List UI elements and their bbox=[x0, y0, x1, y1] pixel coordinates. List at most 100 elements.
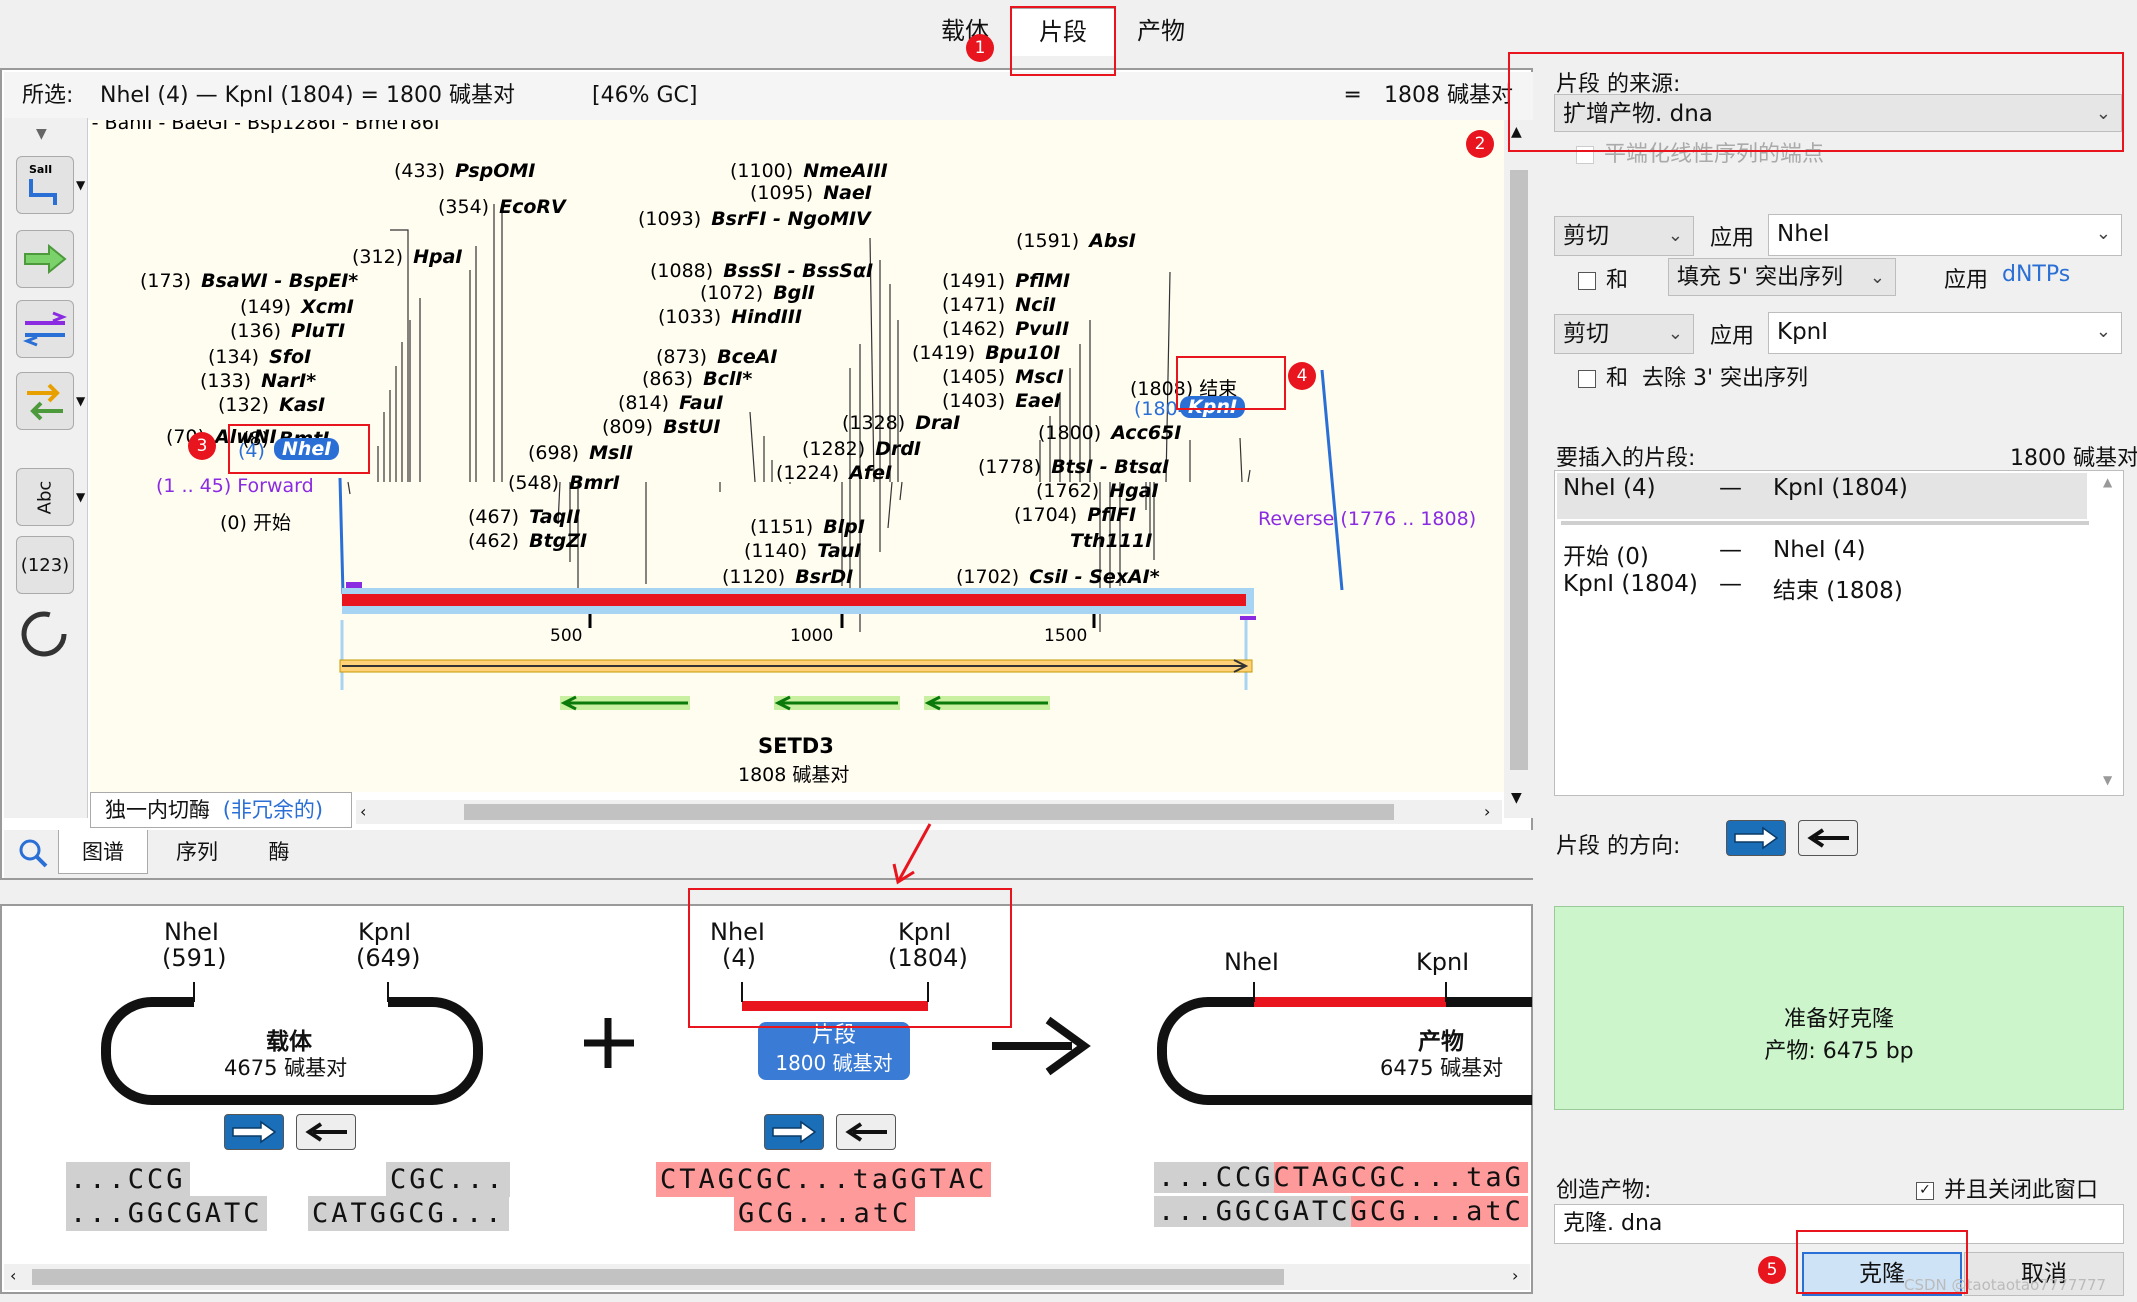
fragment-reverse-button[interactable] bbox=[836, 1114, 896, 1150]
h-scroll-thumb[interactable] bbox=[464, 804, 1394, 820]
dntps-link[interactable]: dNTPs bbox=[2002, 262, 2070, 287]
scroll-right-icon[interactable]: › bbox=[1484, 802, 1490, 821]
map-vertical-scrollbar[interactable]: ▲ ▼ bbox=[1504, 120, 1534, 818]
tab-vector[interactable]: 载体 bbox=[920, 8, 1010, 56]
enzyme-site-label[interactable]: (354) EcoRV bbox=[438, 196, 566, 218]
enzyme-site-label[interactable]: (698) MslI bbox=[528, 442, 633, 464]
scroll-down-icon[interactable]: ▼ bbox=[1511, 790, 1522, 806]
enzyme-site-label[interactable]: (467) TaqII bbox=[468, 506, 580, 528]
preview-scroll-thumb[interactable] bbox=[32, 1269, 1284, 1285]
enzyme-site-label[interactable]: (433) PspOMI bbox=[394, 160, 535, 182]
vector-reverse-button[interactable] bbox=[296, 1114, 356, 1150]
enzyme-site-label[interactable]: (809) BstUI bbox=[602, 416, 720, 438]
sali-dropdown-icon[interactable]: ▼ bbox=[76, 178, 85, 192]
tab-sequence[interactable]: 序列 bbox=[152, 830, 242, 874]
reverse-primer-label[interactable]: Reverse (1776 .. 1808) bbox=[1258, 508, 1476, 530]
nonredundant-link[interactable]: (非冗余的) bbox=[223, 798, 323, 822]
green-arrow-icon bbox=[24, 244, 67, 274]
enzyme-site-label[interactable]: (1491) PflMI bbox=[942, 270, 1070, 292]
fragment-length: 1800 碱基对 bbox=[775, 1051, 893, 1075]
enzyme-site-label[interactable]: (1328) DraI bbox=[842, 412, 960, 434]
preview-scroll-right-icon[interactable]: › bbox=[1512, 1266, 1518, 1285]
enzyme-site-label[interactable]: (1282) DrdI bbox=[802, 438, 921, 460]
preview-horizontal-scrollbar[interactable]: ‹ › bbox=[4, 1264, 1530, 1290]
close-window-checkbox[interactable]: ✓ 并且关闭此窗口 bbox=[1916, 1172, 2098, 1204]
enzyme-site-label[interactable]: (1702) CsiI - SexAI* bbox=[956, 566, 1160, 588]
selected-fragment-bar[interactable] bbox=[342, 594, 1246, 606]
abc-dropdown-icon[interactable]: ▼ bbox=[76, 490, 85, 504]
enzyme-site-label[interactable]: (863) BclI* bbox=[642, 368, 752, 390]
orientation-reverse-button[interactable] bbox=[1798, 820, 1858, 856]
zoom-search-icon[interactable] bbox=[18, 838, 48, 872]
enzyme-site-label[interactable]: (1151) BlpI bbox=[750, 516, 865, 538]
enzyme-site-label[interactable]: (1072) BglI bbox=[700, 282, 815, 304]
enzyme-site-label[interactable]: (1762) HgaI bbox=[1036, 480, 1159, 502]
enzyme-site-label[interactable]: (312) HpaI bbox=[352, 246, 463, 268]
enzyme-site-label[interactable]: (132) KasI bbox=[218, 394, 325, 416]
abc-button[interactable]: Abc bbox=[16, 468, 74, 526]
cut2-mode-select[interactable]: 剪切 ⌄ bbox=[1554, 314, 1694, 354]
enzyme-site-label[interactable]: (1095) NaeI bbox=[750, 182, 872, 204]
enzyme-site-label[interactable]: (1100) NmeAIII bbox=[730, 160, 888, 182]
numbering-button[interactable]: (123) bbox=[16, 536, 74, 594]
cut2-and-label: 和 bbox=[1606, 366, 1629, 391]
enzyme-site-label[interactable]: (136) PluTI bbox=[230, 320, 345, 342]
enzyme-site-label[interactable]: (1405) MscI bbox=[942, 366, 1064, 388]
enzyme-site-label[interactable]: (1419) Bpu10I bbox=[912, 342, 1060, 364]
enzyme-site-label[interactable]: (873) BceAI bbox=[656, 346, 778, 368]
orientation-forward-button[interactable] bbox=[1726, 820, 1786, 856]
swap-dropdown-icon[interactable]: ▼ bbox=[76, 394, 85, 408]
align-button[interactable] bbox=[16, 300, 74, 358]
cut2-and-checkbox[interactable]: 和去除 3' 突出序列 bbox=[1578, 360, 1808, 392]
enzyme-site-label[interactable]: (134) SfoI bbox=[208, 346, 311, 368]
insert-fragment-list[interactable]: NheI (4) — KpnI (1804) 开始 (0) — NheI (4) KpnI … bbox=[1554, 470, 2124, 796]
enzyme-site-label[interactable]: (1088) BssSI - BssSαI bbox=[650, 260, 873, 282]
enzyme-site-label[interactable]: (133) NarI* bbox=[200, 370, 316, 392]
sali-enzyme-button[interactable]: SalI bbox=[16, 156, 74, 214]
cut1-mode-select[interactable]: 剪切 ⌄ bbox=[1554, 216, 1694, 256]
enzyme-name: BsaWI - BspEI* bbox=[201, 270, 359, 292]
unique-cutters-selector[interactable]: 独一内切酶 (非冗余的) bbox=[90, 792, 352, 828]
enzyme-name: BclI* bbox=[703, 368, 753, 390]
enzyme-site-label[interactable]: (1403) EaeI bbox=[942, 390, 1061, 412]
cut1-and-checkbox[interactable]: 和 bbox=[1578, 262, 1628, 294]
enzyme-site-label[interactable]: (548) BmrI bbox=[508, 472, 620, 494]
tab-enzymes[interactable]: 酶 bbox=[244, 830, 314, 874]
scroll-thumb[interactable] bbox=[1510, 170, 1528, 770]
list-scroll-down-icon[interactable]: ▼ bbox=[2103, 773, 2112, 787]
enzyme-site-label[interactable]: Tth111I bbox=[1060, 530, 1152, 552]
vector-forward-button[interactable] bbox=[224, 1114, 284, 1150]
enzyme-site-label[interactable]: (1800) Acc65I bbox=[1038, 422, 1181, 444]
preview-scroll-left-icon[interactable]: ‹ bbox=[10, 1266, 16, 1285]
refresh-icon[interactable] bbox=[18, 608, 70, 664]
fill-overhang-select[interactable]: 填充 5' 突出序列 ⌄ bbox=[1668, 258, 1896, 296]
enzyme-site-label[interactable]: (1462) PvuII bbox=[942, 318, 1069, 340]
enzyme-site-label[interactable]: (173) BsaWI - BspEI* bbox=[140, 270, 358, 292]
enzyme-name: NaeI bbox=[823, 182, 872, 204]
fragment-forward-button[interactable] bbox=[764, 1114, 824, 1150]
toolbar-collapse-icon[interactable]: ▼ bbox=[36, 126, 47, 142]
scroll-left-icon[interactable]: ‹ bbox=[360, 802, 366, 821]
enzyme-site-label[interactable]: (1033) HindIII bbox=[658, 306, 802, 328]
enzyme-site-label[interactable]: (1140) TauI bbox=[744, 540, 861, 562]
swap-button[interactable] bbox=[16, 372, 74, 430]
cut1-mode-value: 剪切 bbox=[1563, 223, 1609, 249]
enzyme-site-label[interactable]: (1778) BtsI - BtsαI bbox=[978, 456, 1169, 478]
forward-primer-label[interactable]: (1 .. 45) Forward bbox=[156, 475, 314, 497]
tab-product[interactable]: 产物 bbox=[1116, 8, 1206, 56]
enzyme-site-label[interactable]: (1704) PflFI bbox=[1014, 504, 1136, 526]
enzyme-site-label[interactable]: (149) XcmI bbox=[240, 296, 354, 318]
enzyme-site-label[interactable]: (1093) BsrFI - NgoMIV bbox=[638, 208, 871, 230]
enzyme-site-label[interactable]: (1120) BsrDI bbox=[722, 566, 853, 588]
tab-map[interactable]: 图谱 bbox=[58, 830, 148, 874]
enzyme-site-label[interactable]: (814) FauI bbox=[618, 392, 723, 414]
enzyme-site-label[interactable]: (1224) AfeI bbox=[776, 462, 892, 484]
enzyme-site-label[interactable]: (1591) AbsI bbox=[1016, 230, 1136, 252]
cut2-mode-value: 剪切 bbox=[1563, 321, 1609, 347]
cut2-enzyme-select[interactable]: KpnI ⌄ bbox=[1768, 312, 2122, 354]
cut1-enzyme-select[interactable]: NheI ⌄ bbox=[1768, 214, 2122, 256]
enzyme-site-label[interactable]: (462) BtgZI bbox=[468, 530, 587, 552]
enzyme-site-label[interactable]: (1471) NciI bbox=[942, 294, 1056, 316]
list-scroll-up-icon[interactable]: ▲ bbox=[2103, 475, 2112, 489]
forward-arrow-button[interactable] bbox=[16, 230, 74, 288]
